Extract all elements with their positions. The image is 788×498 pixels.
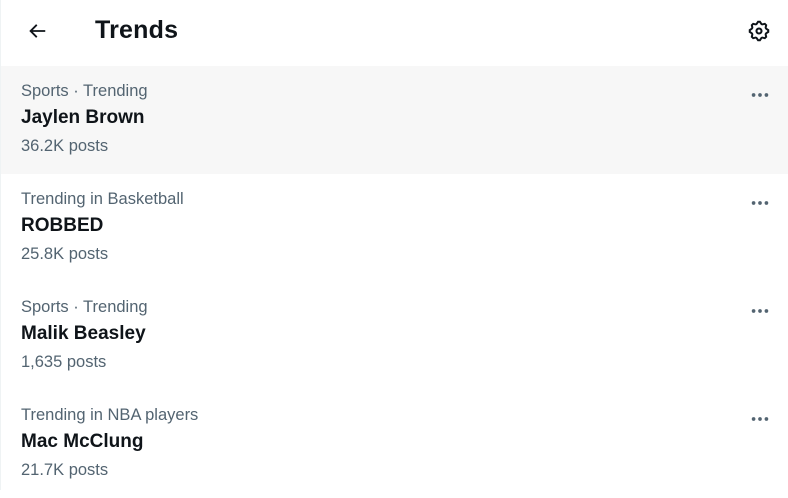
back-button[interactable] [19,13,55,49]
trend-context: Sports · Trending [21,298,148,316]
trend-item[interactable]: Sports · Trending Malik Beasley 1,635 po… [1,282,788,390]
gear-icon [748,20,770,42]
trend-name: Jaylen Brown [21,107,145,128]
trend-name: Mac McClung [21,431,144,452]
more-options-button[interactable] [742,296,778,326]
trend-post-count: 1,635 posts [21,353,107,371]
more-horizontal-icon [751,93,769,97]
trend-name: ROBBED [21,215,104,236]
settings-button[interactable] [740,12,778,50]
more-options-button[interactable] [742,80,778,110]
trend-post-count: 36.2K posts [21,137,109,155]
trend-item[interactable]: Sports · Trending Jaylen Brown 36.2K pos… [1,66,788,174]
trend-context: Trending in NBA players [21,406,199,424]
page-header: Trends [1,0,788,64]
page-title: Trends [95,16,179,44]
more-horizontal-icon [751,417,769,421]
more-options-button[interactable] [742,188,778,218]
more-horizontal-icon [751,201,769,205]
trend-context: Sports · Trending [21,82,148,100]
arrow-left-icon [29,24,46,38]
trends-page: Trends Sports · Trending Jaylen Brown 36… [0,0,788,490]
trend-name: Malik Beasley [21,323,146,344]
trend-item[interactable]: Trending in Basketball ROBBED 25.8K post… [1,174,788,282]
trend-post-count: 25.8K posts [21,245,109,263]
more-options-button[interactable] [742,404,778,434]
trend-item[interactable]: Trending in NBA players Mac McClung 21.7… [1,390,788,498]
trend-context: Trending in Basketball [21,190,184,208]
trend-list: Sports · Trending Jaylen Brown 36.2K pos… [1,66,788,498]
trend-post-count: 21.7K posts [21,461,109,479]
more-horizontal-icon [751,309,769,313]
